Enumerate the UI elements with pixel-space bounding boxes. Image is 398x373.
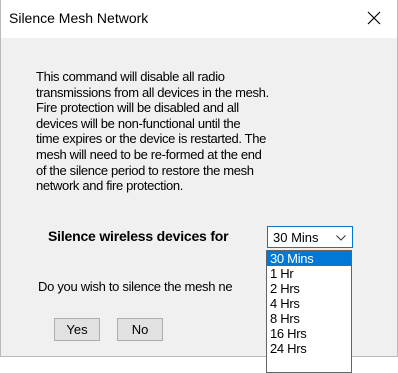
duration-dropdown-list: 30 Mins 1 Hr 2 Hrs 4 Hrs 8 Hrs 16 Hrs 24… — [266, 250, 352, 373]
duration-option-16-hrs[interactable]: 16 Hrs — [267, 326, 351, 341]
duration-option-4-hrs[interactable]: 4 Hrs — [267, 296, 351, 311]
duration-select[interactable]: 30 Mins — [267, 226, 353, 248]
warning-message: This command will disable all radio tran… — [36, 69, 269, 194]
close-button[interactable] — [353, 0, 397, 38]
no-button[interactable]: No — [117, 318, 163, 341]
title-bar: Silence Mesh Network — [1, 0, 397, 38]
duration-option-24-hrs[interactable]: 24 Hrs — [267, 341, 351, 356]
silence-duration-label: Silence wireless devices for — [48, 228, 229, 244]
duration-option-1-hr[interactable]: 1 Hr — [267, 266, 351, 281]
duration-option-8-hrs[interactable]: 8 Hrs — [267, 311, 351, 326]
dialog-title: Silence Mesh Network — [9, 10, 149, 26]
close-icon — [367, 11, 381, 25]
confirmation-question: Do you wish to silence the mesh ne — [38, 279, 233, 294]
duration-option-30-mins[interactable]: 30 Mins — [267, 251, 351, 266]
yes-button[interactable]: Yes — [54, 318, 100, 341]
duration-select-value: 30 Mins — [273, 230, 319, 245]
chevron-down-icon — [336, 235, 346, 241]
duration-option-2-hrs[interactable]: 2 Hrs — [267, 281, 351, 296]
